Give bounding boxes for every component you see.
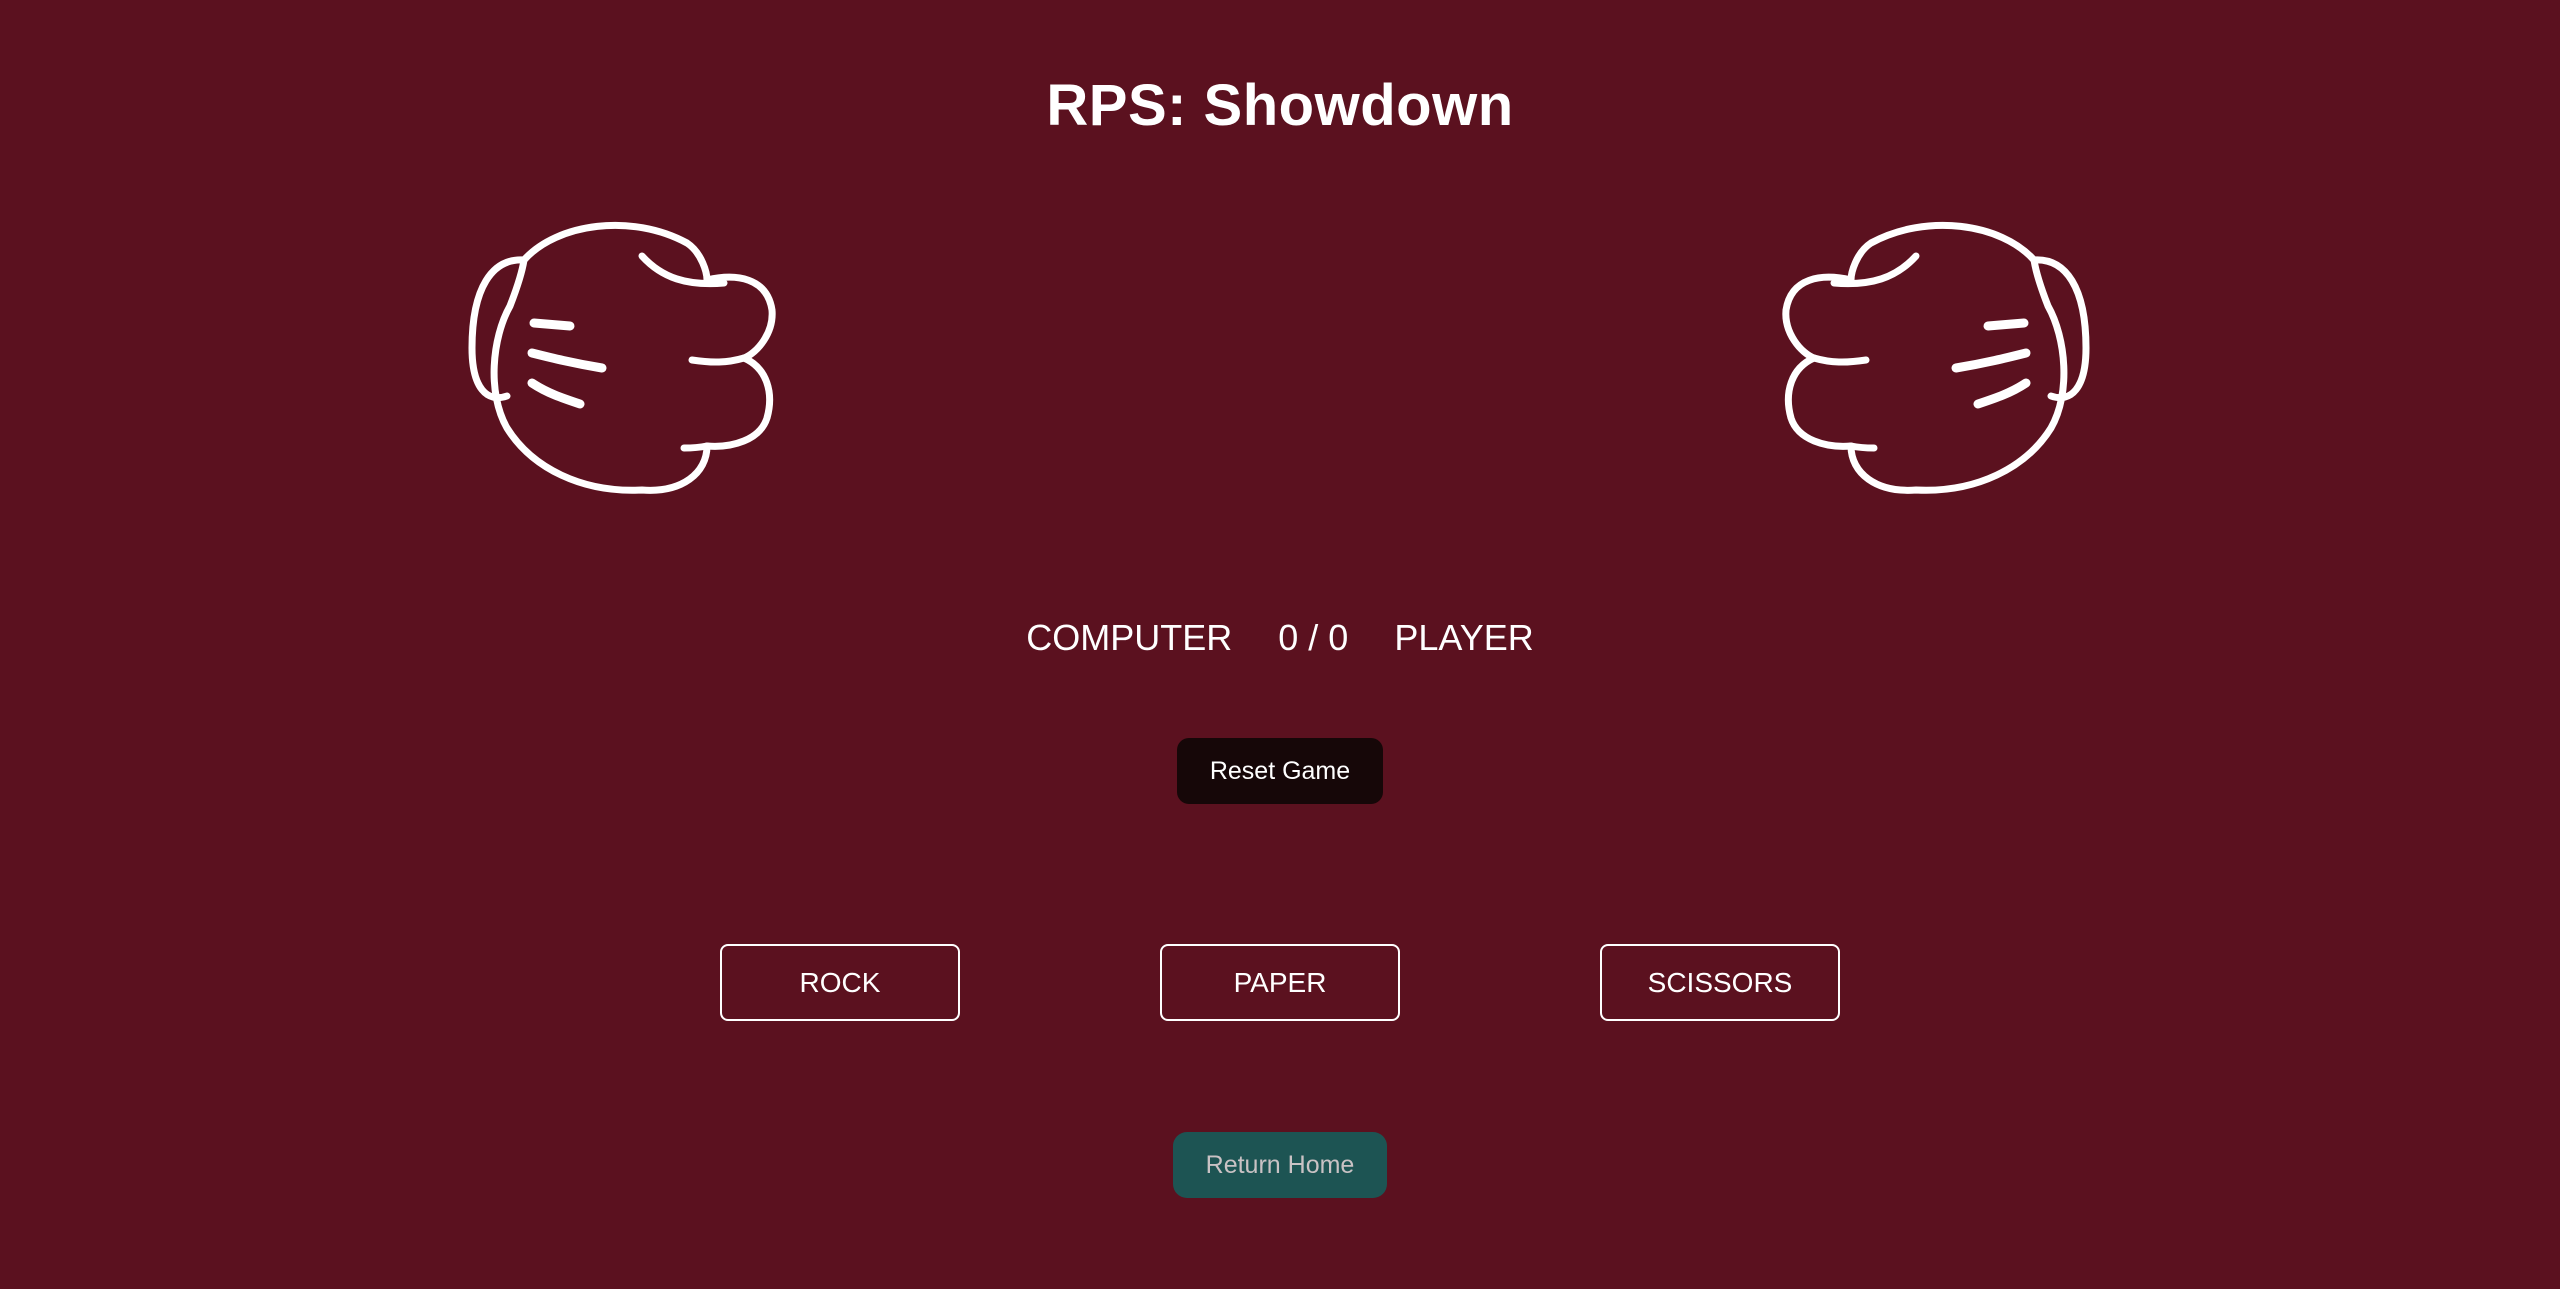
computer-label: COMPUTER [1026, 617, 1233, 658]
game-title: RPS: Showdown [1046, 73, 1514, 138]
score-value: 0 / 0 [1278, 617, 1349, 658]
player-fist-icon [1766, 218, 2096, 498]
reset-game-button[interactable]: Reset Game [1177, 738, 1383, 804]
scissors-button[interactable]: SCISSORS [1600, 944, 1840, 1021]
player-label: PLAYER [1394, 617, 1534, 658]
paper-button[interactable]: PAPER [1160, 944, 1400, 1021]
rock-button[interactable]: ROCK [720, 944, 960, 1021]
return-home-button[interactable]: Return Home [1173, 1132, 1387, 1198]
computer-fist-icon [462, 218, 792, 498]
scoreboard: COMPUTER 0 / 0 PLAYER [0, 617, 2560, 659]
